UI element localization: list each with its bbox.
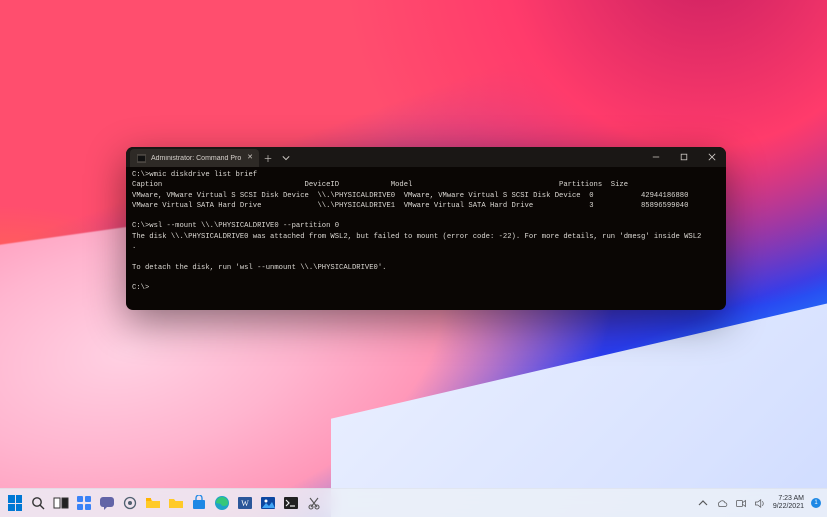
tab-close-button[interactable]: ✕ [246,154,254,162]
terminal-output[interactable]: C:\>wmic diskdrive list brief Caption De… [126,167,726,310]
system-tray: 7:23 AM 9/22/2021 1 [697,495,821,511]
edge-icon[interactable] [213,494,231,512]
tab-title: Administrator: Command Prom [151,155,241,162]
windows-terminal-icon[interactable] [282,494,300,512]
new-tab-button[interactable]: ＋ [259,149,277,167]
terminal-window: Administrator: Command Prom ✕ ＋ C:\>wmic… [126,147,726,310]
taskbar: W 7:23 AM 9/22/2021 1 [0,488,827,517]
tray-overflow-icon[interactable] [697,497,709,509]
clock-date: 9/22/2021 [773,503,804,511]
clock-time: 7:23 AM [773,495,804,503]
maximize-button[interactable] [670,147,698,167]
meet-now-icon[interactable] [735,497,747,509]
cmd-icon [137,154,146,163]
widgets-icon[interactable] [75,494,93,512]
taskbar-clock[interactable]: 7:23 AM 9/22/2021 [773,495,804,511]
start-button[interactable] [6,494,24,512]
tab-dropdown-button[interactable] [277,149,295,167]
window-titlebar[interactable]: Administrator: Command Prom ✕ ＋ [126,147,726,167]
svg-text:W: W [241,499,249,508]
task-view-icon[interactable] [52,494,70,512]
file-explorer-icon[interactable] [144,494,162,512]
notification-badge[interactable]: 1 [811,498,821,508]
snipping-tool-icon[interactable] [305,494,323,512]
chat-icon[interactable] [98,494,116,512]
taskbar-search-icon[interactable] [29,494,47,512]
onedrive-icon[interactable] [716,497,728,509]
word-icon[interactable]: W [236,494,254,512]
tab-cmd[interactable]: Administrator: Command Prom ✕ [130,149,259,167]
folder-icon[interactable] [167,494,185,512]
store-icon[interactable] [190,494,208,512]
sound-icon[interactable] [754,497,766,509]
photos-icon[interactable] [259,494,277,512]
close-button[interactable] [698,147,726,167]
minimize-button[interactable] [642,147,670,167]
settings-icon[interactable] [121,494,139,512]
